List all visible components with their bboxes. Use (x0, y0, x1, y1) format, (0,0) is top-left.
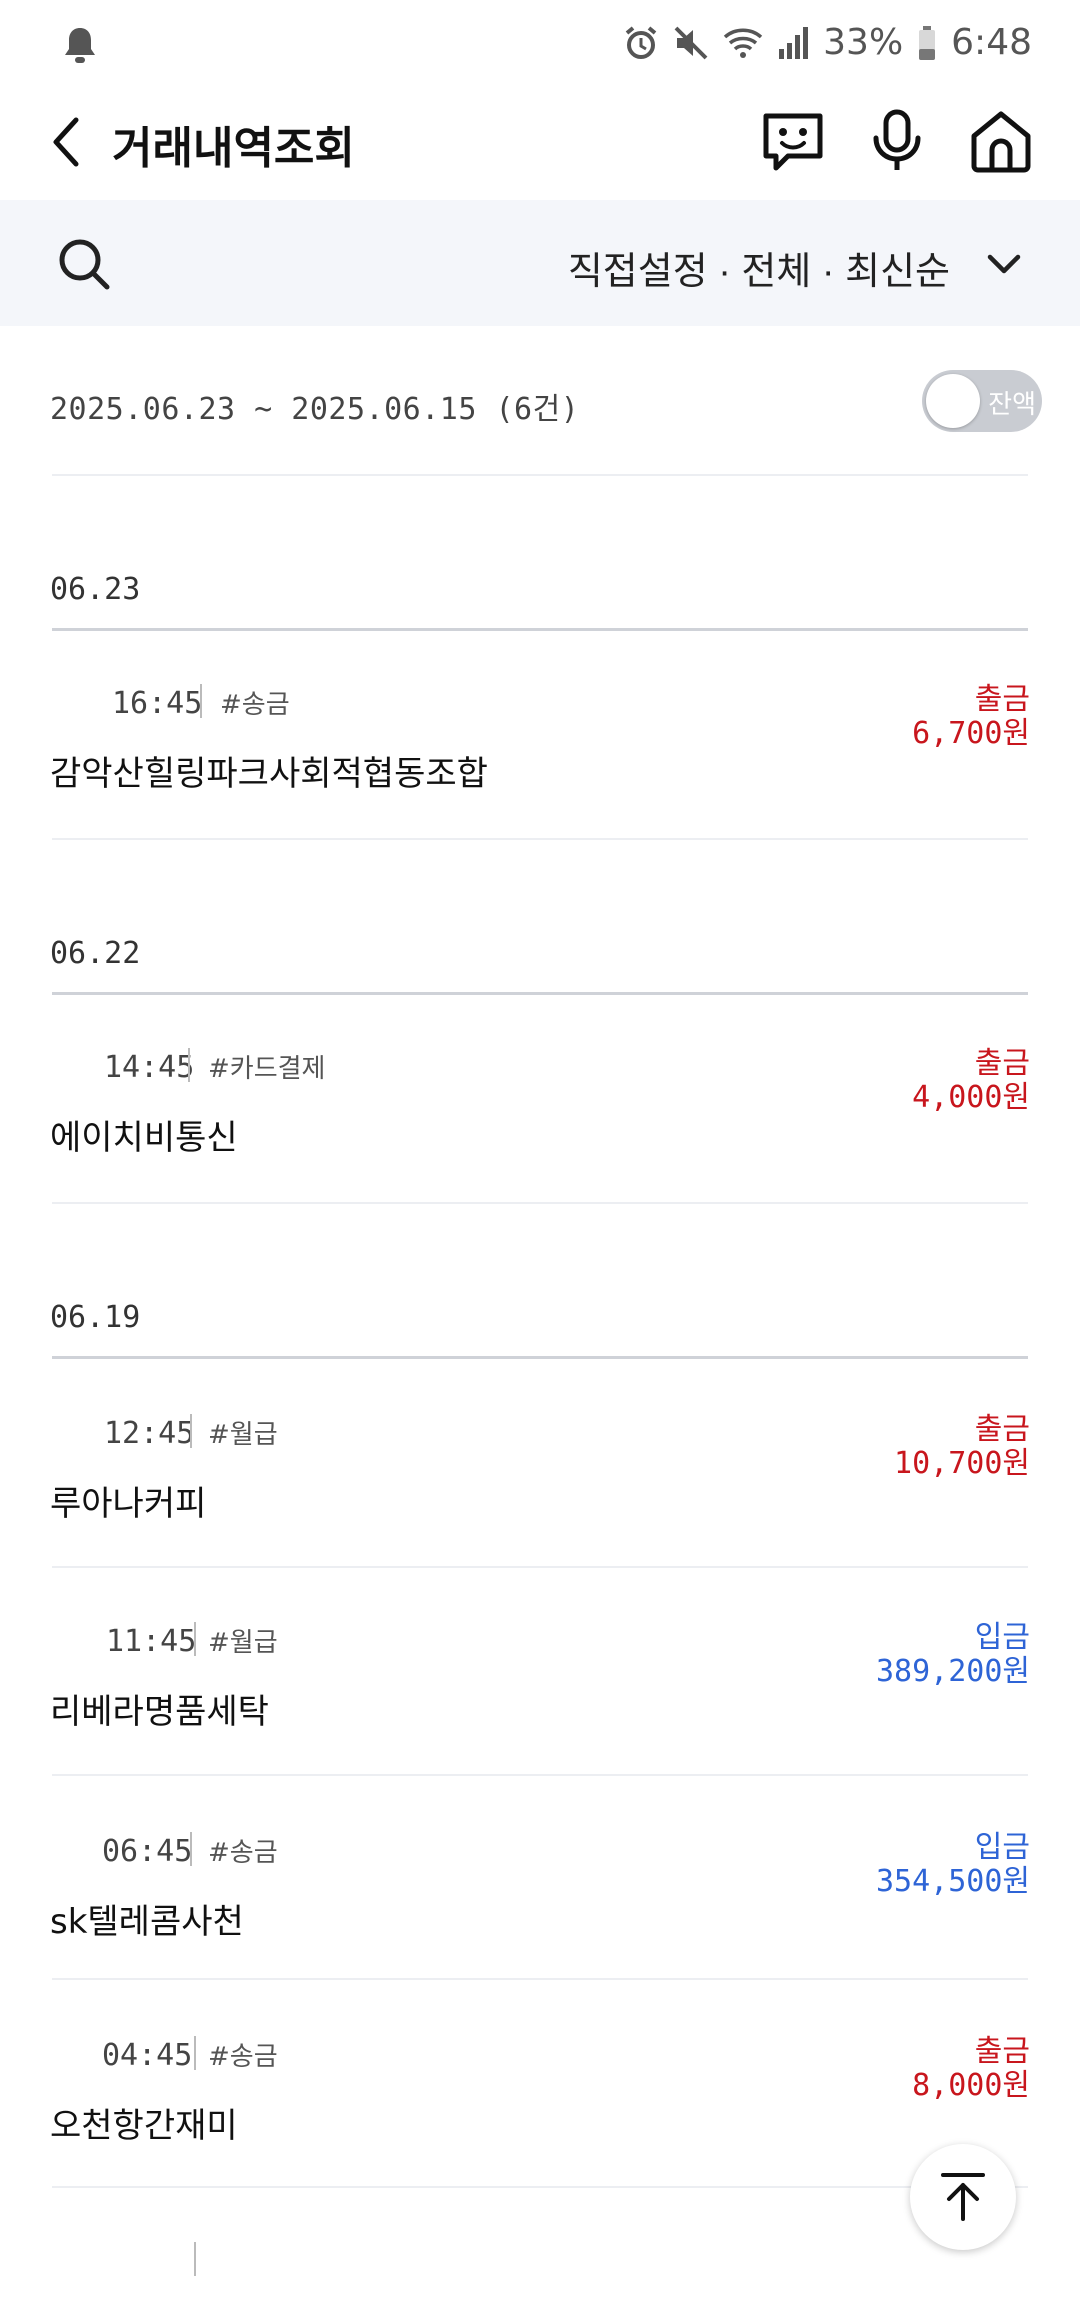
separator (194, 2036, 196, 2070)
transaction-name: 에이치비통신 (50, 1118, 238, 1158)
microphone-icon[interactable] (862, 106, 932, 176)
app-header: 거래내역조회 (0, 90, 1080, 200)
home-icon[interactable] (966, 106, 1036, 176)
transaction-time: 04:45 (102, 2038, 193, 2073)
notification-bell-icon (65, 28, 95, 63)
alarm-icon (625, 25, 657, 59)
divider (52, 1978, 1028, 1980)
transaction-name: 리베라명품세탁 (50, 1692, 269, 1732)
filter-summary[interactable]: 직접설정 · 전체 · 최신순 (568, 240, 950, 295)
transaction-amount: 10,700원 (894, 1446, 1030, 1481)
transaction-name: 루아나커피 (50, 1484, 207, 1524)
signal-icon (779, 26, 809, 59)
date-divider (52, 628, 1028, 631)
divider (52, 1774, 1028, 1776)
transaction-time: 14:45 (104, 1050, 195, 1085)
transaction-amount: 4,000원 (912, 1080, 1030, 1115)
transaction-tag: #송금 (220, 690, 290, 720)
transaction-amount: 6,700원 (912, 716, 1030, 751)
divider (52, 838, 1028, 840)
transaction-tag: #카드결제 (208, 1054, 326, 1084)
status-bar: 33% 6:48 (0, 0, 1080, 90)
transaction-name: 오천항간재미 (50, 2106, 238, 2146)
separator (194, 1622, 196, 1656)
separator (188, 1048, 190, 1082)
transaction-time: 12:45 (104, 1416, 195, 1451)
battery-percent: 33% (823, 22, 904, 63)
page-title: 거래내역조회 (112, 123, 355, 174)
chevron-down-icon[interactable] (984, 244, 1024, 284)
filter-bar: 직접설정 · 전체 · 최신순 (0, 200, 1080, 326)
date-range: 2025.06.23 ~ 2025.06.15 (6건) (50, 392, 580, 427)
transaction-tag: #월급 (208, 1420, 278, 1450)
transaction-name: 감악산힐링파크사회적협동조합 (50, 754, 488, 794)
transaction-time: 16:45 (112, 686, 203, 721)
divider (52, 1202, 1028, 1204)
balance-toggle[interactable]: 잔액 (922, 370, 1042, 432)
toggle-knob (926, 374, 980, 428)
arrow-up-icon (941, 2173, 985, 2221)
transaction-amount: 389,200원 (875, 1654, 1030, 1689)
separator (190, 1832, 192, 1866)
transaction-amount: 354,500원 (875, 1864, 1030, 1899)
separator (200, 684, 202, 718)
transaction-row[interactable]: 16:45 #송금 감악산힐링파크사회적협동조합 출금 6,700원 (0, 666, 1080, 866)
transaction-amount: 8,000원 (912, 2068, 1030, 2103)
divider (52, 1566, 1028, 1568)
separator (190, 1414, 192, 1448)
transaction-row[interactable]: 06:45 #송금 sk텔레콤사천 입금 354,500원 (0, 1814, 1080, 2014)
toggle-label: 잔액 (988, 390, 1036, 420)
transaction-tag: #월급 (208, 1628, 278, 1658)
transaction-time: 06:45 (102, 1834, 193, 1869)
chatbot-icon[interactable] (758, 106, 828, 176)
divider (52, 2186, 1028, 2188)
battery-icon (919, 25, 936, 60)
mute-icon (674, 26, 708, 59)
search-icon[interactable] (56, 236, 112, 292)
scroll-to-top-button[interactable] (910, 2144, 1016, 2250)
date-header: 06.22 (50, 936, 141, 971)
wifi-icon (723, 28, 763, 58)
divider (52, 474, 1028, 476)
date-divider (52, 1356, 1028, 1359)
transaction-time: 11:45 (106, 1624, 197, 1659)
transaction-tag: #송금 (208, 2042, 278, 2072)
transaction-row[interactable]: 14:45 #카드결제 에이치비통신 출금 4,000원 (0, 1030, 1080, 1230)
clock: 6:48 (951, 22, 1032, 63)
separator (194, 2242, 196, 2276)
date-header: 06.23 (50, 572, 141, 607)
transaction-tag: #송금 (208, 1838, 278, 1868)
date-header: 06.19 (50, 1300, 141, 1335)
date-divider (52, 992, 1028, 995)
transaction-name: sk텔레콤사천 (50, 1902, 244, 1942)
back-icon[interactable] (46, 112, 86, 172)
